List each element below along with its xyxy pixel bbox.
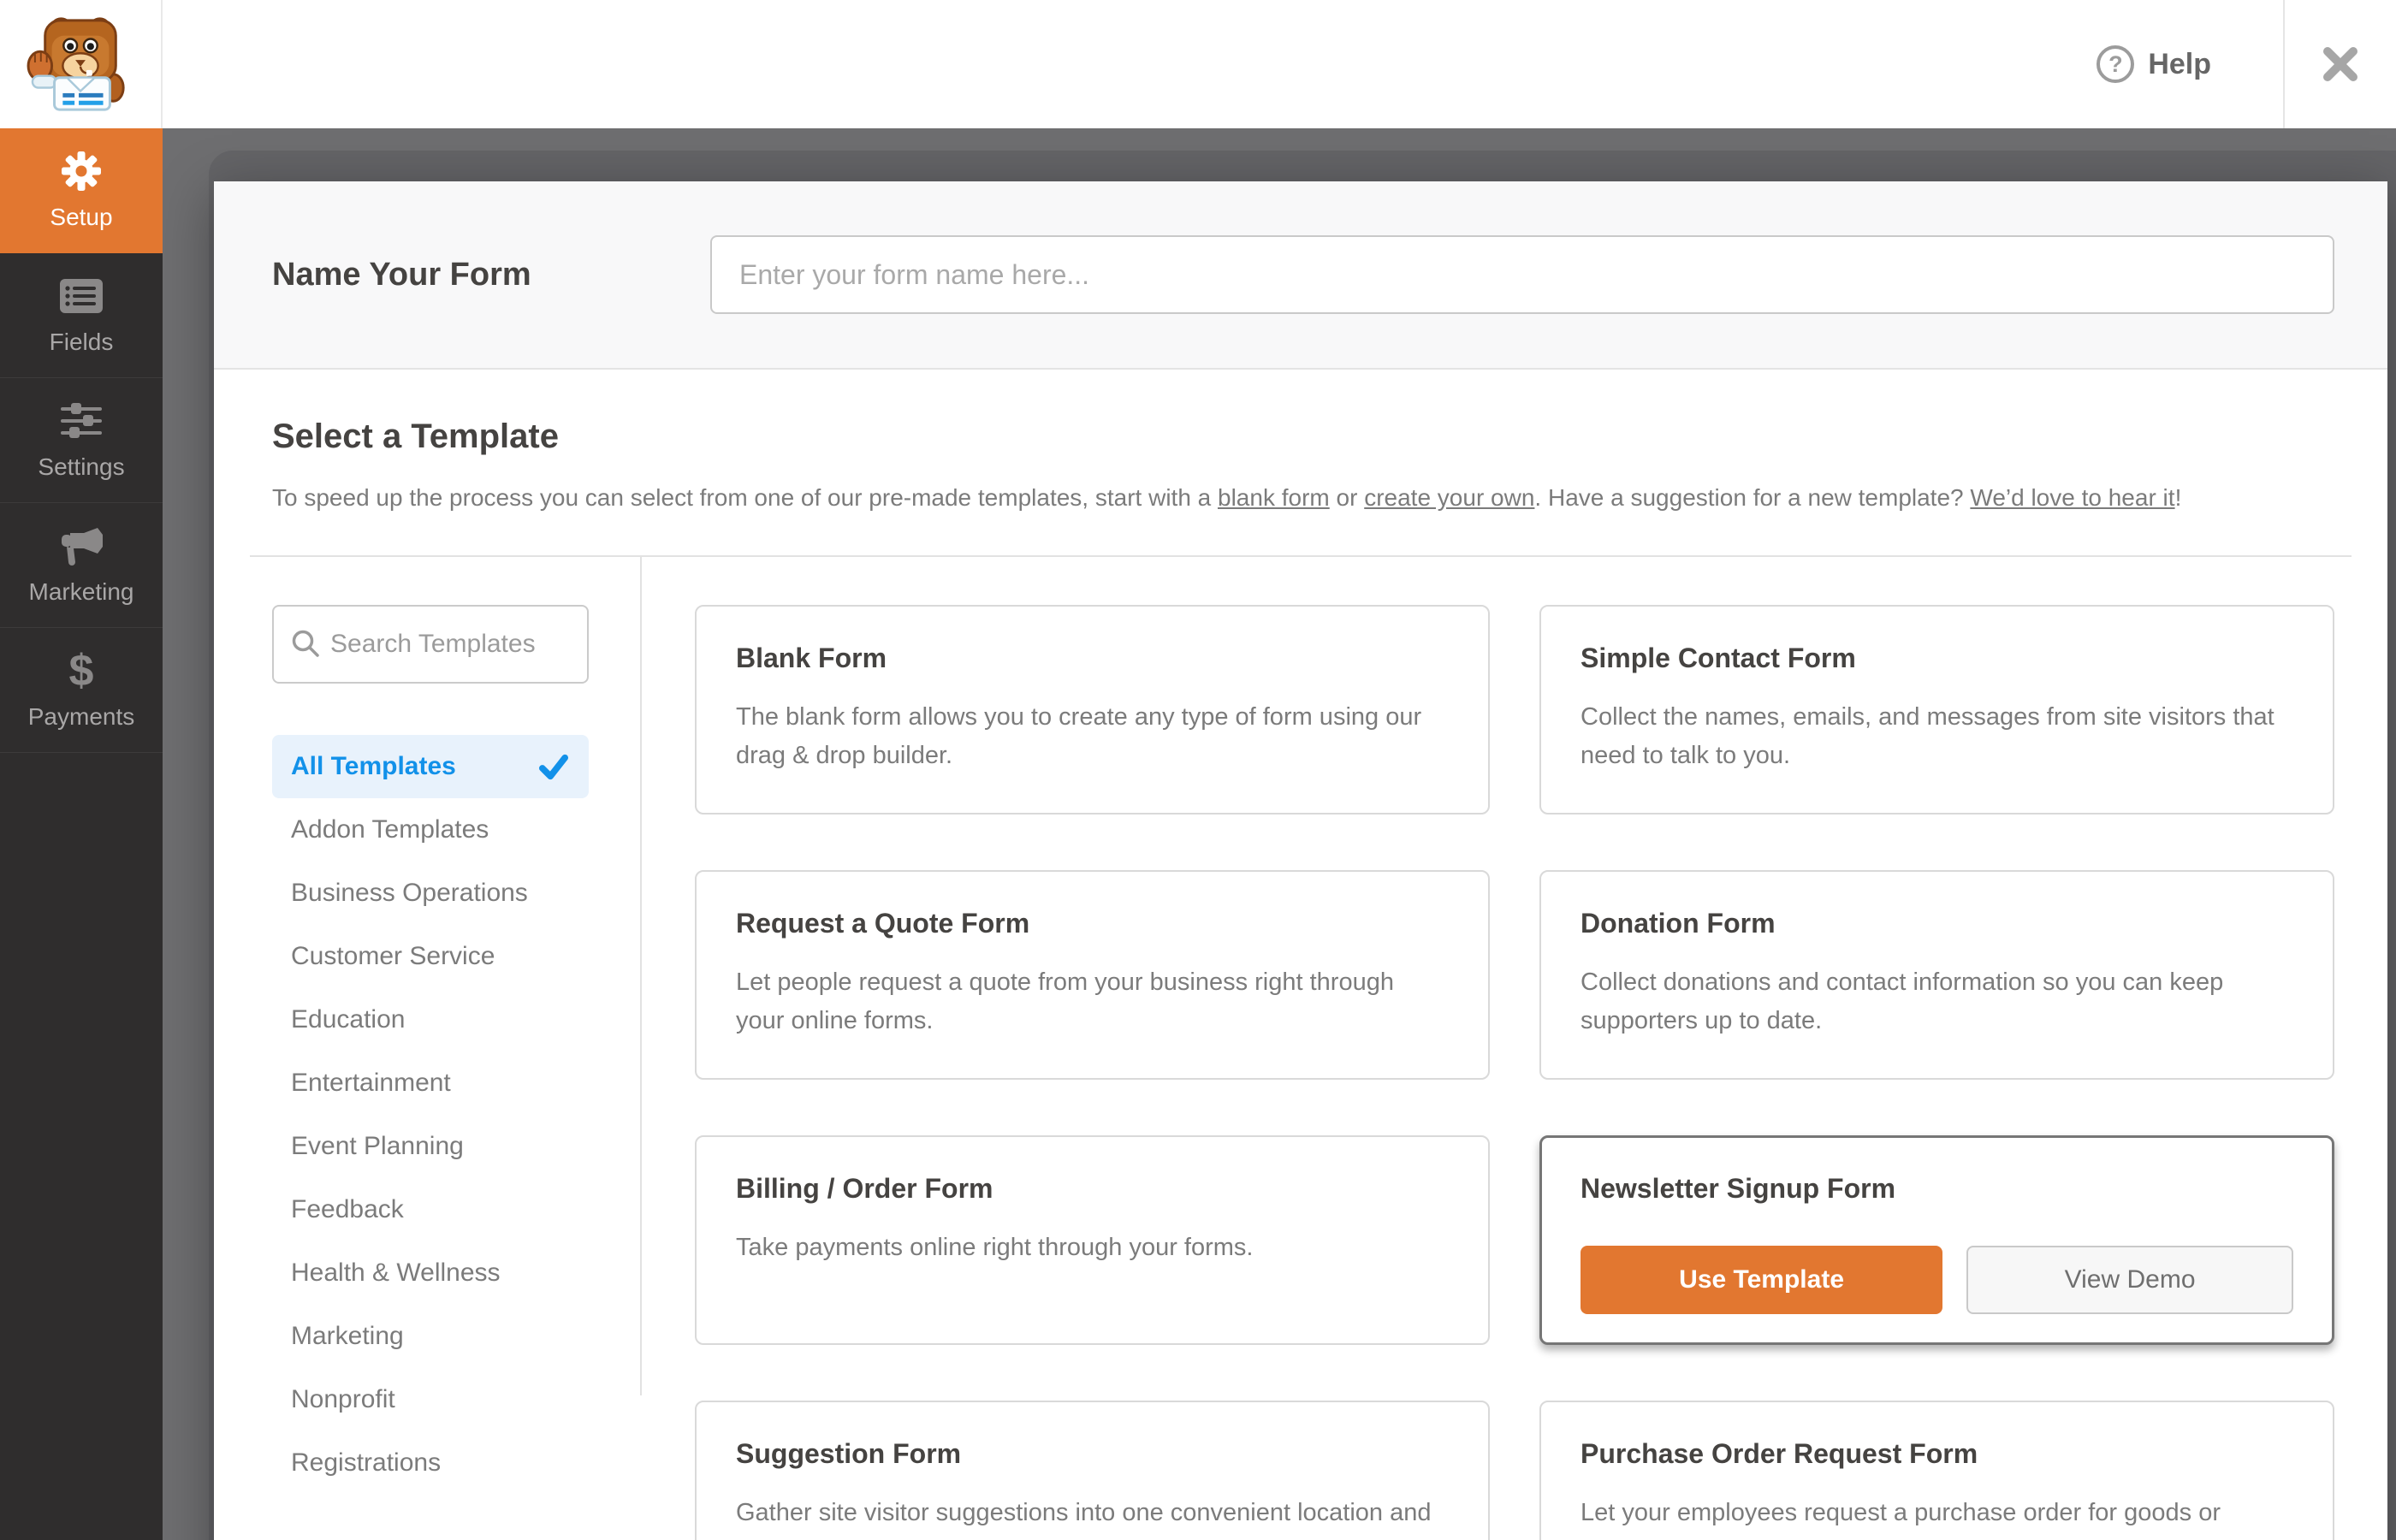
- template-description: Take payments online right through your …: [736, 1234, 1254, 1261]
- template-description: Let your employees request a purchase or…: [1581, 1499, 2221, 1540]
- category-health-wellness[interactable]: Health & Wellness: [272, 1241, 589, 1305]
- category-label: Entertainment: [291, 1069, 451, 1097]
- select-template-section: Select a Template To speed up the proces…: [214, 370, 2387, 516]
- top-bar: ? Help: [163, 0, 2396, 128]
- close-icon: [2323, 47, 2357, 81]
- category-education[interactable]: Education: [272, 988, 589, 1051]
- template-title: Purchase Order Request Form: [1581, 1438, 1978, 1469]
- sidebar-item-label: Settings: [38, 453, 125, 480]
- template-card-newsletter-signup-form[interactable]: Newsletter Signup Form Use Template View…: [1539, 1135, 2334, 1345]
- name-form-label: Name Your Form: [272, 256, 531, 293]
- search-icon: [289, 627, 322, 664]
- select-template-description: To speed up the process you can select f…: [272, 480, 2334, 516]
- category-label: Feedback: [291, 1195, 404, 1223]
- category-addon-templates[interactable]: Addon Templates: [272, 798, 589, 862]
- template-card-suggestion-form[interactable]: Suggestion Form Gather site visitor sugg…: [695, 1401, 1490, 1540]
- description-text: . Have a suggestion for a new template?: [1534, 484, 1971, 511]
- template-card-billing-order-form[interactable]: Billing / Order Form Take payments onlin…: [695, 1135, 1490, 1345]
- builder-sidebar: Setup Fields Settings Marketing $ Paymen…: [0, 128, 163, 1540]
- description-text: To speed up the process you can select f…: [272, 484, 1219, 511]
- template-title: Donation Form: [1581, 908, 1776, 939]
- sidebar-item-marketing[interactable]: Marketing: [0, 503, 163, 628]
- use-template-button[interactable]: Use Template: [1581, 1246, 1943, 1314]
- love-to-hear-link[interactable]: We’d love to hear it: [1970, 484, 2174, 511]
- help-icon: ?: [2096, 45, 2135, 83]
- builder-overlay: Name Your Form Select a Template To spee…: [163, 128, 2396, 1540]
- template-description: The blank form allows you to create any …: [736, 703, 1422, 769]
- sidebar-item-label: Marketing: [28, 578, 134, 605]
- template-description: Let people request a quote from your bus…: [736, 968, 1394, 1034]
- template-title: Newsletter Signup Form: [1581, 1173, 1896, 1204]
- description-text: or: [1329, 484, 1365, 511]
- template-description: Collect the names, emails, and messages …: [1581, 703, 2274, 769]
- category-label: Health & Wellness: [291, 1259, 501, 1287]
- category-all-templates[interactable]: All Templates: [272, 735, 589, 798]
- template-card-simple-contact-form[interactable]: Simple Contact Form Collect the names, e…: [1539, 605, 2334, 814]
- template-card-donation-form[interactable]: Donation Form Collect donations and cont…: [1539, 870, 2334, 1080]
- template-browser: All Templates Addon Templates Business O…: [214, 557, 2387, 1540]
- name-form-section: Name Your Form: [214, 181, 2387, 370]
- view-demo-button[interactable]: View Demo: [1966, 1246, 2293, 1314]
- gear-icon: [62, 151, 101, 192]
- template-title: Simple Contact Form: [1581, 643, 1856, 673]
- create-your-own-link[interactable]: create your own: [1364, 484, 1534, 511]
- category-marketing[interactable]: Marketing: [272, 1305, 589, 1368]
- category-entertainment[interactable]: Entertainment: [272, 1051, 589, 1115]
- form-name-input[interactable]: [710, 235, 2334, 314]
- category-label: Business Operations: [291, 879, 528, 907]
- template-card-blank-form[interactable]: Blank Form The blank form allows you to …: [695, 605, 1490, 814]
- sidebar-item-label: Payments: [27, 702, 135, 730]
- category-label: Education: [291, 1005, 406, 1034]
- help-label: Help: [2148, 47, 2211, 80]
- fields-icon: [59, 275, 104, 317]
- category-feedback[interactable]: Feedback: [272, 1178, 589, 1241]
- template-description: Collect donations and contact informatio…: [1581, 968, 2224, 1034]
- template-card-actions: Use Template View Demo: [1581, 1246, 2293, 1314]
- category-nonprofit[interactable]: Nonprofit: [272, 1368, 589, 1431]
- category-registrations[interactable]: Registrations: [272, 1431, 589, 1495]
- close-button[interactable]: [2285, 0, 2396, 128]
- category-label: Marketing: [291, 1322, 404, 1350]
- sidebar-item-payments[interactable]: $ Payments: [0, 628, 163, 753]
- template-title: Billing / Order Form: [736, 1173, 993, 1204]
- template-description: Gather site visitor suggestions into one…: [736, 1499, 1432, 1540]
- checkmark-icon: [537, 752, 570, 781]
- sidebar-item-fields[interactable]: Fields: [0, 253, 163, 378]
- category-label: Event Planning: [291, 1132, 464, 1160]
- setup-panel: Name Your Form Select a Template To spee…: [214, 181, 2387, 1540]
- category-business-operations[interactable]: Business Operations: [272, 862, 589, 925]
- search-templates-box: [272, 605, 589, 684]
- megaphone-icon: [58, 525, 104, 566]
- template-card-request-quote-form[interactable]: Request a Quote Form Let people request …: [695, 870, 1490, 1080]
- category-label: Nonprofit: [291, 1385, 395, 1413]
- template-categories: All Templates Addon Templates Business O…: [214, 557, 642, 1477]
- sidebar-item-label: Setup: [50, 203, 113, 230]
- template-grid: Blank Form The blank form allows you to …: [642, 557, 2387, 1540]
- wpforms-logo: [0, 0, 163, 128]
- dollar-icon: $: [68, 645, 94, 696]
- blank-form-link[interactable]: blank form: [1218, 484, 1330, 511]
- help-button[interactable]: ? Help: [2096, 45, 2211, 83]
- select-template-title: Select a Template: [272, 418, 559, 455]
- sidebar-item-settings[interactable]: Settings: [0, 378, 163, 503]
- category-label: Registrations: [291, 1448, 442, 1477]
- sidebar-item-setup[interactable]: Setup: [0, 128, 163, 253]
- bear-mascot-icon: [27, 17, 125, 111]
- category-event-planning[interactable]: Event Planning: [272, 1115, 589, 1178]
- template-title: Suggestion Form: [736, 1438, 962, 1469]
- template-title: Blank Form: [736, 643, 887, 673]
- template-title: Request a Quote Form: [736, 908, 1030, 939]
- description-text: !: [2174, 484, 2182, 511]
- category-label: Addon Templates: [291, 815, 489, 844]
- category-list: All Templates Addon Templates Business O…: [272, 735, 589, 1495]
- category-label: All Templates: [291, 752, 456, 780]
- template-card-purchase-order-request-form[interactable]: Purchase Order Request Form Let your emp…: [1539, 1401, 2334, 1540]
- category-label: Customer Service: [291, 942, 495, 970]
- sliders-icon: [59, 400, 104, 441]
- category-customer-service[interactable]: Customer Service: [272, 925, 589, 988]
- sidebar-item-label: Fields: [49, 328, 114, 355]
